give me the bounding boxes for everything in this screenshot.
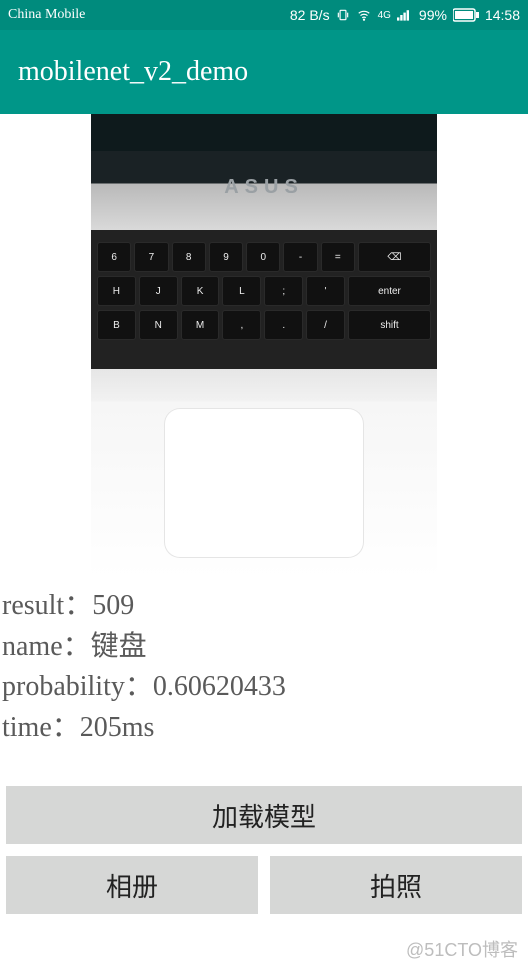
keyboard-row: BNM,./shift xyxy=(91,310,437,340)
time-value: 205ms xyxy=(80,712,155,743)
probability-label: probability： xyxy=(2,671,153,702)
image-holder: ASUS 67890-=⌫ HJKL;'enter BNM,./shift xyxy=(0,114,528,578)
result-value: 509 xyxy=(92,590,134,621)
status-right: 82 B/s 4G 99% 14:58 xyxy=(290,7,520,23)
network-type-label: 4G xyxy=(378,10,391,21)
content-area: ASUS 67890-=⌫ HJKL;'enter BNM,./shift re… xyxy=(0,114,528,768)
name-line: name：键盘 xyxy=(2,627,526,668)
name-label: name： xyxy=(2,631,91,662)
vibrate-icon xyxy=(336,8,350,22)
battery-icon xyxy=(453,8,479,22)
status-bar: China Mobile 82 B/s 4G 99% 14:58 xyxy=(0,0,528,30)
keyboard-row: HJKL;'enter xyxy=(91,276,437,306)
network-speed: 82 B/s xyxy=(290,7,330,23)
result-line: result：509 xyxy=(2,586,526,627)
camera-button[interactable]: 拍照 xyxy=(270,856,522,914)
laptop-brand-label: ASUS xyxy=(224,176,304,199)
probability-line: probability：0.60620433 xyxy=(2,667,526,708)
wifi-icon xyxy=(356,8,372,22)
name-value: 键盘 xyxy=(91,631,147,662)
results-block: result：509 name：键盘 probability：0.6062043… xyxy=(0,578,528,768)
signal-icon xyxy=(397,8,413,22)
time-line: time：205ms xyxy=(2,708,526,749)
carrier-label: China Mobile xyxy=(8,7,85,23)
button-area: 加载模型 相册 拍照 xyxy=(6,786,522,914)
time-label: time： xyxy=(2,712,80,743)
app-title: mobilenet_v2_demo xyxy=(18,56,248,88)
watermark: @51CTO博客 xyxy=(406,936,518,962)
laptop-trackpad xyxy=(164,408,364,558)
result-label: result： xyxy=(2,590,92,621)
battery-pct: 99% xyxy=(419,7,447,23)
probability-value: 0.60620433 xyxy=(153,671,286,702)
sample-image: ASUS 67890-=⌫ HJKL;'enter BNM,./shift xyxy=(91,114,437,578)
clock: 14:58 xyxy=(485,7,520,23)
app-bar: mobilenet_v2_demo xyxy=(0,30,528,114)
album-button[interactable]: 相册 xyxy=(6,856,258,914)
load-model-button[interactable]: 加载模型 xyxy=(6,786,522,844)
keyboard-row: 67890-=⌫ xyxy=(91,242,437,272)
